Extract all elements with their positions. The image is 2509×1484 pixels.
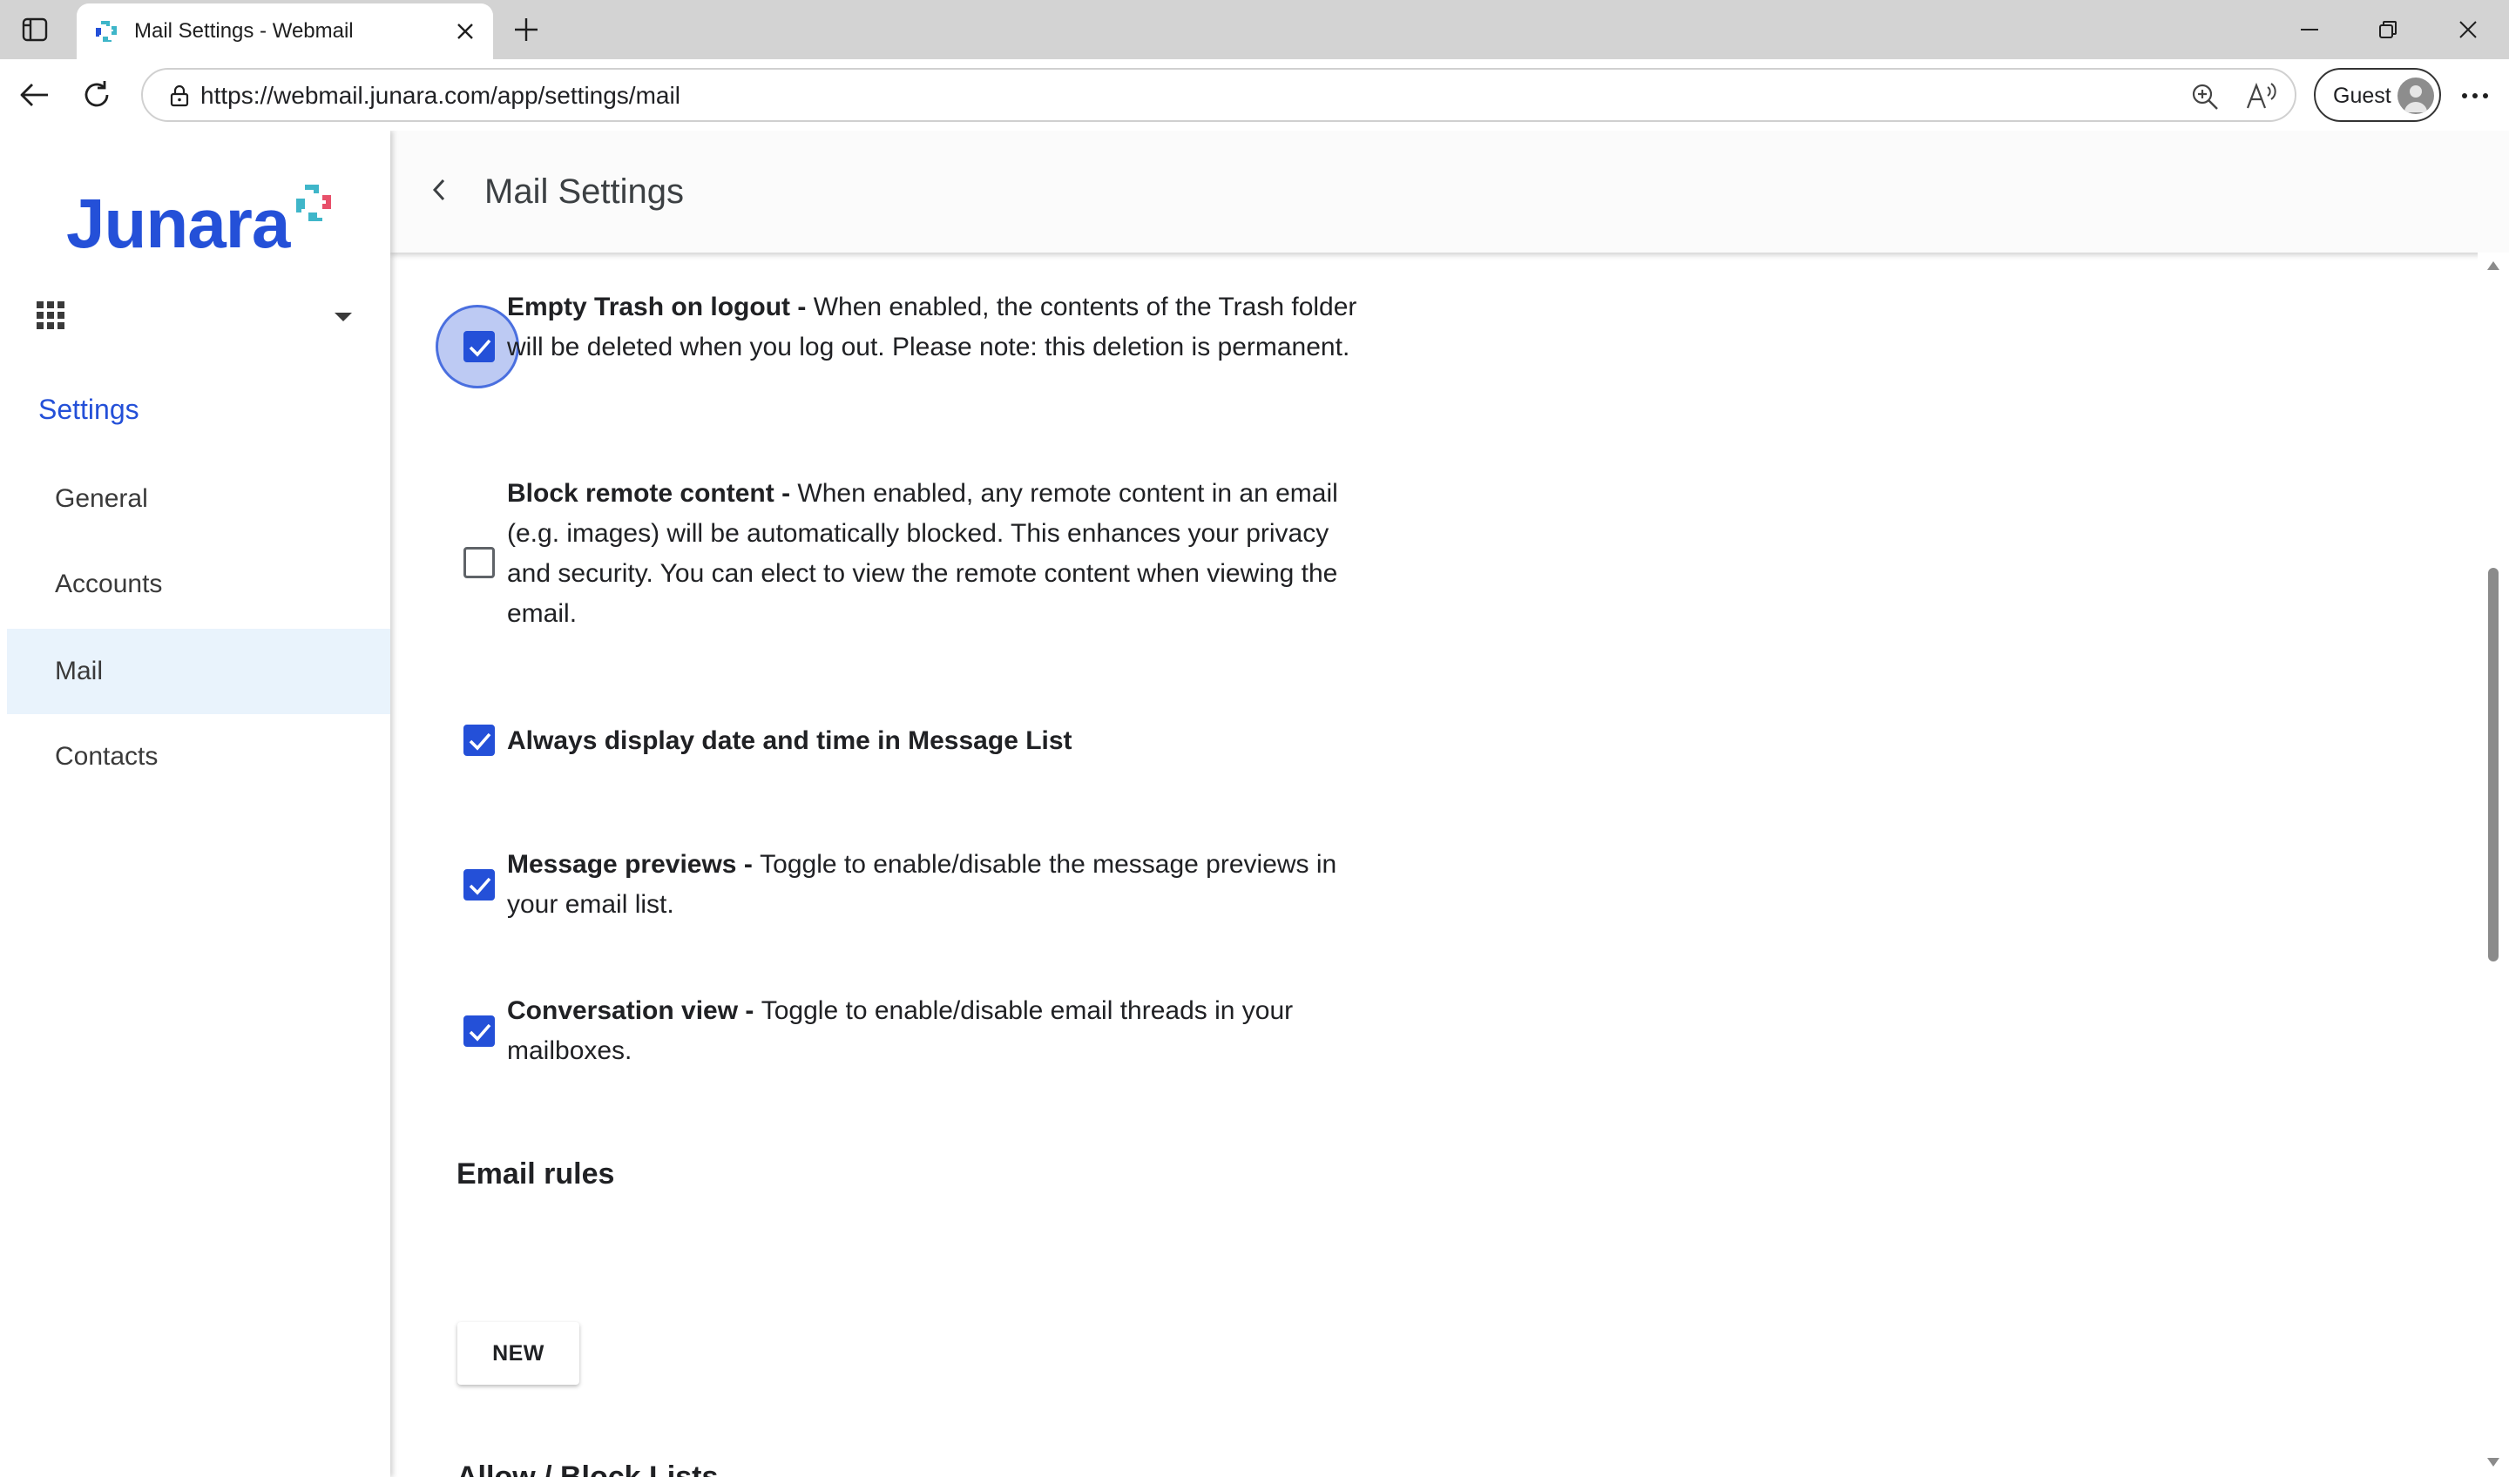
tab-actions-icon[interactable] — [17, 12, 52, 47]
setting-separator: - — [774, 479, 798, 508]
profile-label: Guest — [2333, 84, 2391, 108]
setting-separator: - — [790, 293, 814, 321]
chevron-left-icon[interactable] — [425, 174, 453, 206]
sidebar-item-label: Contacts — [55, 742, 159, 771]
page-scrollbar[interactable] — [2478, 253, 2509, 1477]
scroll-up-arrow-icon[interactable] — [2486, 260, 2500, 272]
close-window-icon[interactable] — [2438, 10, 2499, 49]
browser-toolbar: https://webmail.junara.com/app/settings/… — [0, 59, 2509, 131]
block-remote-content-checkbox[interactable] — [463, 547, 495, 578]
checkmark-icon — [469, 339, 491, 357]
setting-text: Empty Trash on logout - When enabled, th… — [507, 287, 1369, 368]
junara-favicon-icon — [92, 17, 120, 45]
zoom-icon[interactable] — [2188, 80, 2222, 113]
setting-separator: - — [738, 996, 761, 1025]
url-text: https://webmail.junara.com/app/settings/… — [200, 82, 680, 109]
email-rules-heading: Email rules — [456, 1157, 615, 1191]
read-aloud-icon[interactable] — [2244, 80, 2277, 113]
address-bar[interactable]: https://webmail.junara.com/app/settings/… — [141, 68, 2296, 122]
close-tab-icon[interactable] — [450, 16, 481, 47]
scroll-down-arrow-icon[interactable] — [2486, 1456, 2500, 1468]
checkmark-icon — [469, 1023, 491, 1042]
sidebar-item-label: Accounts — [55, 570, 163, 598]
setting-text: Block remote content - When enabled, any… — [507, 474, 1369, 634]
tab-title: Mail Settings - Webmail — [134, 19, 354, 43]
sidebar-section-heading: Settings — [38, 394, 139, 425]
setting-text: Always display date and time in Message … — [507, 721, 1369, 761]
setting-title: Always display date and time in Message … — [507, 726, 1072, 755]
mail-settings-content: Empty Trash on logout - When enabled, th… — [390, 253, 2481, 1477]
more-options-icon[interactable] — [2455, 78, 2495, 113]
sidebar: Junara Settings General Accounts Mail Co… — [7, 131, 390, 1477]
allow-block-lists-heading: Allow / Block Lists — [456, 1460, 719, 1477]
always-display-date-checkbox[interactable] — [463, 725, 495, 756]
empty-trash-checkbox[interactable] — [463, 331, 495, 362]
setting-text: Conversation view - Toggle to enable/dis… — [507, 991, 1369, 1071]
sidebar-item-accounts[interactable]: Accounts — [7, 542, 390, 627]
browser-tab-active[interactable]: Mail Settings - Webmail — [77, 3, 493, 59]
guest-avatar-icon — [2397, 78, 2434, 114]
message-previews-checkbox[interactable] — [463, 869, 495, 901]
page-viewport: Junara Settings General Accounts Mail Co… — [7, 131, 2509, 1477]
sidebar-item-contacts[interactable]: Contacts — [7, 714, 390, 799]
setting-title: Empty Trash on logout — [507, 293, 791, 321]
restore-window-icon[interactable] — [2357, 10, 2418, 49]
minimize-window-icon[interactable] — [2279, 10, 2340, 49]
page-title: Mail Settings — [484, 172, 684, 211]
reload-icon[interactable] — [77, 75, 117, 115]
scrollbar-thumb[interactable] — [2488, 568, 2499, 961]
profile-button[interactable]: Guest — [2314, 68, 2441, 122]
setting-title: Conversation view — [507, 996, 739, 1025]
caret-down-icon[interactable] — [329, 305, 357, 329]
setting-separator: - — [736, 850, 761, 879]
sidebar-item-label: Mail — [55, 657, 104, 685]
apps-grid-icon[interactable] — [33, 298, 68, 333]
site-info-lock-icon[interactable] — [167, 84, 192, 108]
sidebar-item-label: General — [55, 484, 148, 513]
setting-title: Message previews — [507, 850, 737, 879]
page-header: Mail Settings — [390, 131, 2509, 253]
new-tab-icon[interactable] — [507, 10, 545, 49]
sidebar-item-mail[interactable]: Mail — [7, 629, 390, 714]
browser-titlebar: Mail Settings - Webmail — [0, 0, 2509, 59]
back-arrow-icon[interactable] — [14, 75, 54, 115]
setting-text: Message previews - Toggle to enable/disa… — [507, 845, 1369, 925]
sidebar-item-general[interactable]: General — [7, 456, 390, 542]
checkmark-icon — [469, 732, 491, 751]
logo-text: Junara — [66, 185, 290, 262]
conversation-view-checkbox[interactable] — [463, 1015, 495, 1047]
checkmark-icon — [469, 877, 491, 895]
new-rule-button[interactable]: NEW — [457, 1322, 579, 1385]
junara-logo-mark-icon — [296, 185, 331, 221]
setting-title: Block remote content — [507, 479, 774, 508]
